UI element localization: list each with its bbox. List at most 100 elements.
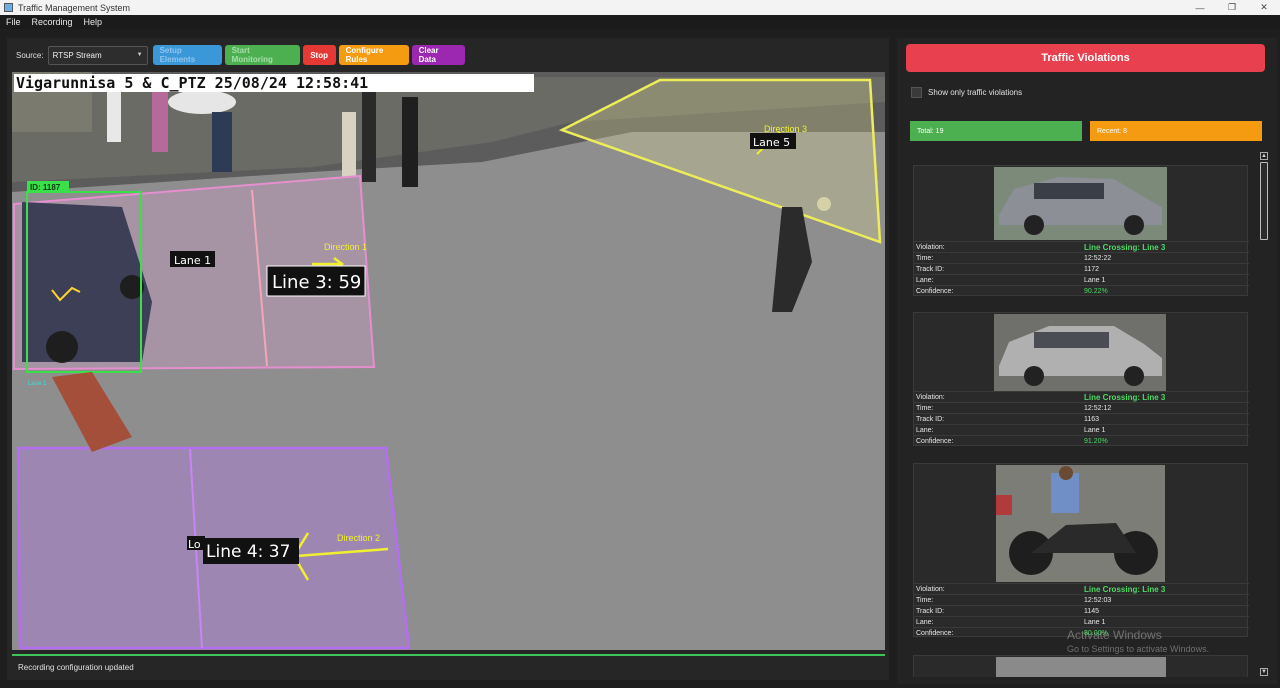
violation-lane: Lane 1 (1084, 618, 1106, 626)
maximize-icon[interactable]: ❐ (1216, 0, 1248, 15)
camera-frame: Vigarunnisa 5 & C_PTZ 25/08/24 12:58:41 … (12, 72, 885, 650)
wheel (46, 331, 78, 363)
violation-label: Violation: (916, 243, 945, 251)
toolbar: Source: RTSP Stream ▼ Setup Elements Sta… (8, 44, 468, 66)
violation-card[interactable]: Violation: Line Crossing: Line 3 Time: 12:… (913, 165, 1249, 296)
violation-type: Line Crossing: Line 3 (1084, 392, 1166, 402)
time-label: Time: (916, 254, 934, 262)
car-silver-image (994, 314, 1166, 391)
violation-time: 12:52:03 (1084, 596, 1112, 604)
track-label: Track ID: (916, 607, 945, 615)
violation-track-id: 1172 (1084, 265, 1100, 273)
configure-rules-button[interactable]: Configure Rules (338, 45, 409, 65)
lane-small-tag: Lane 1 (28, 381, 47, 387)
camera-feed[interactable]: Vigarunnisa 5 & C_PTZ 25/08/24 12:58:41 … (12, 72, 885, 650)
activate-windows-watermark: Activate Windows (1067, 628, 1162, 642)
minimize-icon[interactable]: — (1184, 0, 1216, 15)
activate-windows-hint: Go to Settings to activate Windows. (1067, 644, 1210, 654)
menu-recording[interactable]: Recording (26, 17, 78, 27)
source-select-value: RTSP Stream (52, 50, 102, 60)
scroll-thumb[interactable] (1260, 162, 1268, 240)
traffic-violations-header[interactable]: Traffic Violations (906, 44, 1265, 72)
title-bar: Traffic Management System — ❐ ✕ (0, 0, 1280, 15)
track-id-label: ID: 1187 (30, 183, 61, 192)
scroll-down-icon[interactable]: ▼ (1260, 668, 1268, 676)
line-4-counter: Line 4: 37 (206, 542, 290, 562)
violation-time: 12:52:12 (1084, 404, 1112, 412)
violation-card[interactable] (913, 655, 1248, 677)
violation-lane: Lane 1 (1084, 426, 1106, 434)
direction-1-label: Direction 1 (324, 242, 367, 252)
direction-2-label: Direction 2 (337, 533, 380, 543)
lane-5-tag: Lane 5 (753, 136, 790, 149)
clear-data-button[interactable]: Clear Data (411, 45, 465, 65)
start-monitoring-button[interactable]: Start Monitoring (224, 45, 300, 65)
violation-label: Violation: (916, 393, 945, 401)
car-gray-image (994, 167, 1167, 240)
menu-bar: File Recording Help (0, 15, 1280, 29)
source-label: Source: (16, 50, 44, 60)
lane-1-tag: Lane 1 (174, 254, 211, 267)
violation-label: Violation: (916, 585, 945, 593)
status-divider (12, 654, 885, 656)
close-icon[interactable]: ✕ (1248, 0, 1280, 15)
pedestrian (152, 92, 168, 152)
vehicle-thumbnail (996, 657, 1166, 677)
osd-text: Vigarunnisa 5 & C_PTZ 25/08/24 12:58:41 (16, 74, 368, 92)
pedestrian-head (817, 197, 831, 211)
pedestrian (362, 92, 376, 182)
confidence-label: Confidence: (916, 287, 954, 295)
violation-track-id: 1145 (1084, 607, 1100, 615)
track-label: Track ID: (916, 265, 945, 273)
violation-lane: Lane 1 (1084, 276, 1106, 284)
lane-label: Lane: (916, 618, 934, 626)
violation-confidence: 90.22% (1084, 287, 1108, 295)
violation-details: Violation: Line Crossing: Line 3 Time: 12:… (914, 241, 1249, 296)
time-label: Time: (916, 596, 934, 604)
lane-partial-tag: Lo (188, 538, 201, 551)
pedestrian (212, 112, 232, 172)
chevron-down-icon: ▼ (136, 52, 143, 58)
time-label: Time: (916, 404, 934, 412)
confidence-label: Confidence: (916, 629, 954, 637)
scroll-up-icon[interactable]: ▲ (1260, 152, 1268, 160)
recent-badge: Recent: 8 (1090, 121, 1262, 141)
umbrella (168, 90, 236, 114)
pedestrian (402, 97, 418, 187)
violations-only-checkbox[interactable] (911, 87, 922, 98)
menu-help[interactable]: Help (78, 17, 108, 27)
menu-file[interactable]: File (0, 17, 26, 27)
status-bar: Recording configuration updated (12, 658, 885, 676)
violation-details: Violation: Line Crossing: Line 3 Time: 12:… (914, 391, 1249, 446)
violation-track-id: 1163 (1084, 415, 1100, 423)
direction-3-label: Direction 3 (764, 124, 807, 134)
window-title: Traffic Management System (18, 2, 131, 13)
filter-label: Show only traffic violations (928, 88, 1023, 97)
violation-type: Line Crossing: Line 3 (1084, 584, 1166, 594)
setup-elements-button[interactable]: Setup Elements (152, 45, 222, 65)
lane-label: Lane: (916, 426, 934, 434)
violations-list[interactable]: Violation: Line Crossing: Line 3 Time: 12:… (909, 151, 1256, 677)
lane-label: Lane: (916, 276, 934, 284)
track-label: Track ID: (916, 415, 945, 423)
violation-time: 12:52:22 (1084, 254, 1112, 262)
stop-button[interactable]: Stop (302, 45, 336, 65)
confidence-label: Confidence: (916, 437, 954, 445)
total-badge: Total: 19 (910, 121, 1082, 141)
source-select[interactable]: RTSP Stream ▼ (47, 45, 148, 65)
pedestrian (342, 112, 356, 177)
line-3-counter: Line 3: 59 (272, 272, 361, 293)
vehicle-thumbnail (996, 465, 1165, 582)
motorcycle-image (996, 465, 1165, 582)
violation-card[interactable]: Violation: Line Crossing: Line 3 Time: 12:… (913, 463, 1249, 637)
vehicle-thumbnail (994, 314, 1166, 391)
status-text: Recording configuration updated (18, 662, 134, 672)
violation-card[interactable]: Violation: Line Crossing: Line 3 Time: 12:… (913, 312, 1249, 446)
app-icon (4, 3, 13, 12)
filter-row[interactable]: Show only traffic violations (911, 87, 1022, 98)
violation-confidence: 91.20% (1084, 437, 1108, 445)
violation-type: Line Crossing: Line 3 (1084, 242, 1166, 252)
pedestrian (107, 92, 121, 142)
vehicle-thumbnail (994, 167, 1167, 240)
violations-scrollbar[interactable]: ▲ ▼ (1259, 152, 1269, 680)
